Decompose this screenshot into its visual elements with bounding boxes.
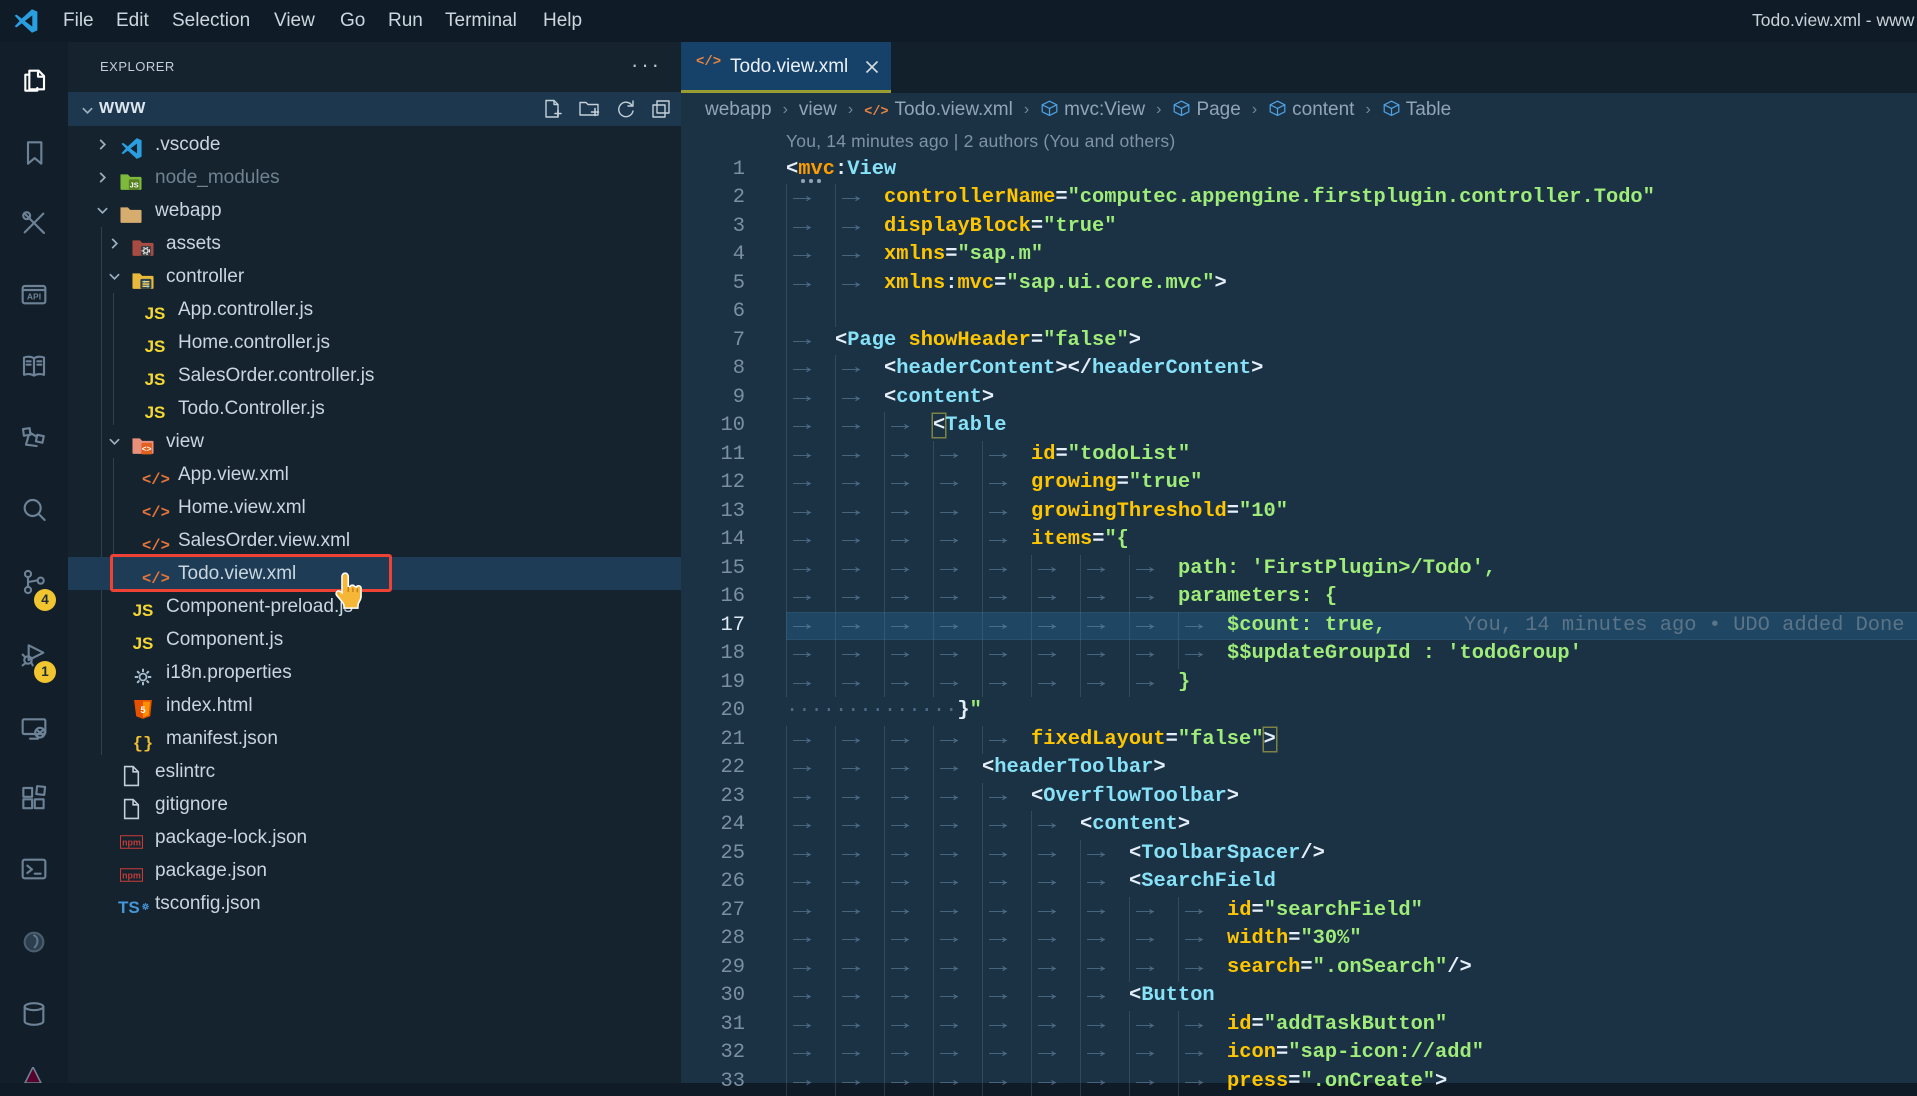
svg-text:npm: npm [122,871,141,881]
svg-text:<>: <> [142,444,152,454]
svg-text:JS: JS [130,180,139,189]
svg-text:API: API [27,292,41,302]
svg-text:npm: npm [122,838,141,848]
svg-text:5: 5 [140,704,145,715]
